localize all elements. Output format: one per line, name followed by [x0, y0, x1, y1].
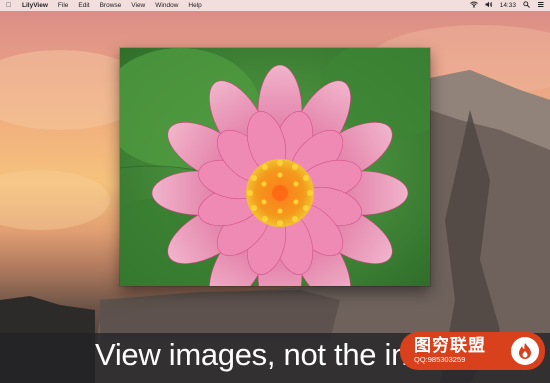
menu-view[interactable]: View — [131, 2, 145, 9]
menu-edit[interactable]: Edit — [78, 2, 89, 9]
search-icon[interactable] — [523, 1, 530, 10]
watermark-title: 图穷联盟 — [414, 336, 486, 355]
status-area: 14:33 — [463, 1, 544, 10]
menu-bar:  LilyView File Edit Browse View Window … — [0, 0, 550, 11]
watermark-subtitle: QQ:985303259 — [414, 355, 466, 364]
list-icon[interactable] — [537, 1, 544, 10]
menu-browse[interactable]: Browse — [100, 2, 122, 9]
apple-icon[interactable]:  — [6, 0, 14, 11]
menu-window[interactable]: Window — [155, 2, 178, 9]
wifi-icon[interactable] — [469, 1, 478, 10]
clock-text[interactable]: 14:33 — [500, 2, 516, 9]
menu-file[interactable]: File — [58, 2, 68, 9]
pink-water-lily-image — [120, 48, 430, 286]
photo-viewer-window[interactable] — [120, 48, 430, 286]
flame-logo-icon — [511, 337, 539, 365]
menu-app-name[interactable]: LilyView — [22, 2, 48, 9]
volume-icon[interactable] — [485, 1, 493, 10]
watermark-badge: 图穷联盟 QQ:985303259 — [400, 332, 545, 370]
menu-help[interactable]: Help — [188, 2, 201, 9]
